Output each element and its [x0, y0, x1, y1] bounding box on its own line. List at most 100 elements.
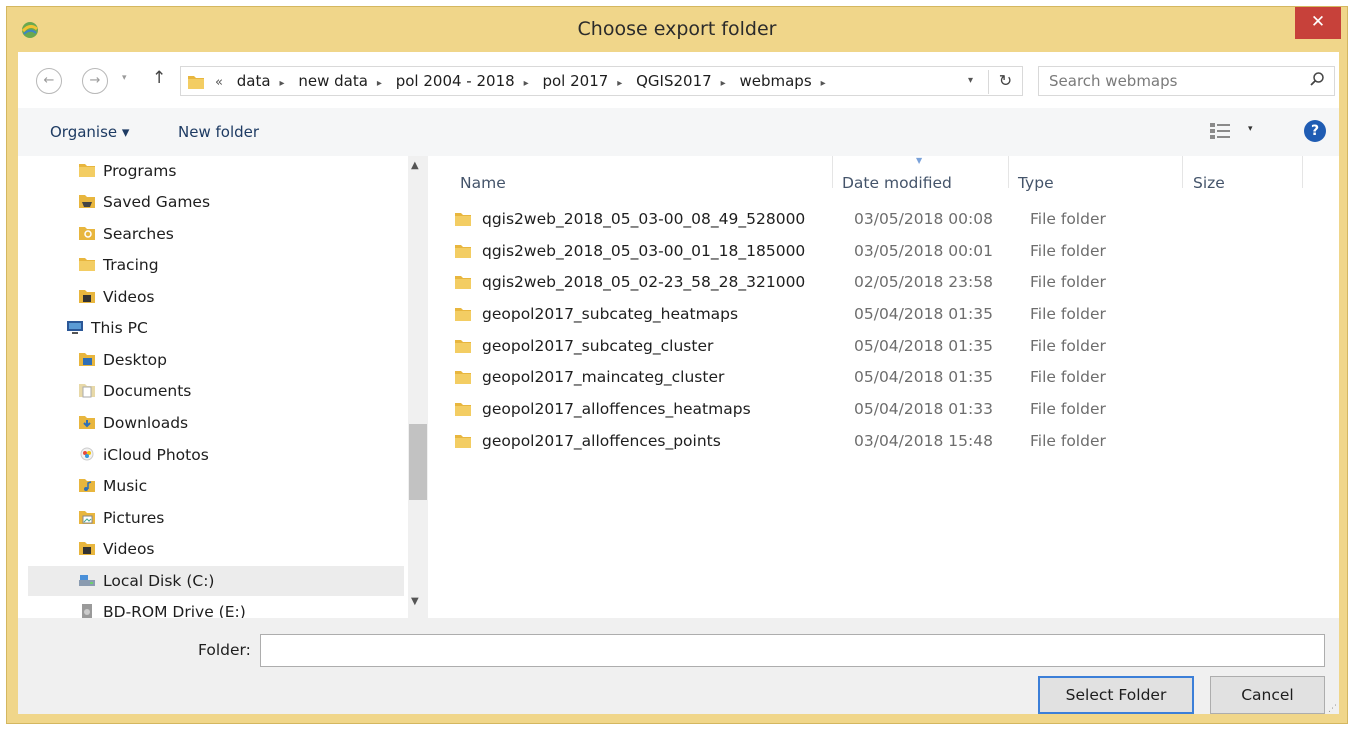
column-header-size[interactable]: Size [1193, 174, 1225, 192]
sidebar-item-searches[interactable]: Searches [78, 219, 174, 249]
folder-label: Folder: [198, 641, 251, 659]
close-button[interactable]: ✕ [1295, 7, 1341, 39]
sidebar-item-label: BD-ROM Drive (E:) [103, 603, 246, 618]
breadcrumb-arrow-icon[interactable]: ▸ [821, 78, 826, 89]
search-input[interactable] [1049, 71, 1299, 91]
sidebar-item-local-disk[interactable]: Local Disk (C:) [28, 566, 404, 596]
icloud-photos-icon [80, 447, 94, 461]
search-icon[interactable] [1309, 71, 1325, 87]
sidebar-item-label: This PC [91, 319, 148, 337]
file-name: geopol2017_alloffences_points [482, 432, 721, 450]
breadcrumb-item[interactable]: new data [298, 72, 368, 90]
back-button[interactable]: ← [36, 68, 62, 94]
help-icon[interactable]: ? [1304, 120, 1326, 142]
address-bar[interactable]: « data ▸ new data ▸ pol 2004 - 2018 ▸ pol 2… [180, 66, 1023, 96]
cancel-button[interactable]: Cancel [1210, 676, 1325, 714]
new-folder-button[interactable]: New folder [178, 123, 259, 141]
title-bar[interactable]: Choose export folder ✕ [7, 7, 1347, 53]
breadcrumb-item[interactable]: pol 2004 - 2018 [396, 72, 515, 90]
folder-icon [79, 258, 95, 271]
column-divider[interactable] [1008, 156, 1009, 188]
sidebar-item-documents[interactable]: Documents [78, 376, 191, 406]
column-divider[interactable] [1182, 156, 1183, 188]
dialog-window: Choose export folder ✕ ← → ▾ ↑ « data ▸ n… [6, 6, 1348, 724]
sidebar-item-programs[interactable]: Programs [78, 156, 176, 186]
folder-field[interactable] [260, 634, 1325, 667]
table-row[interactable]: geopol2017_subcateg_cluster 05/04/2018 0… [452, 331, 1292, 361]
file-list[interactable]: ▼ Name Date modified Type Size qgis2web_… [432, 156, 1339, 618]
sidebar-item-label: Music [103, 477, 148, 495]
music-icon [79, 479, 95, 492]
resize-grip-icon[interactable]: ⋰ [1328, 704, 1337, 714]
breadcrumb-arrow-icon[interactable]: ▸ [617, 78, 622, 89]
folder-icon [188, 76, 204, 89]
table-row[interactable]: geopol2017_alloffences_points 03/04/2018… [452, 426, 1292, 456]
forward-button[interactable]: → [82, 68, 108, 94]
local-disk-icon [79, 575, 95, 586]
file-name: qgis2web_2018_05_03-00_08_49_528000 [482, 210, 806, 228]
sidebar-item-label: Downloads [103, 414, 189, 432]
column-header-date-modified[interactable]: Date modified [842, 174, 952, 192]
file-type: File folder [1030, 242, 1106, 260]
file-type: File folder [1030, 337, 1106, 355]
sidebar-item-music[interactable]: Music [78, 471, 147, 501]
sidebar-item-bd-rom-drive[interactable]: BD-ROM Drive (E:) [78, 597, 246, 618]
sidebar-item-saved-games[interactable]: Saved Games [78, 187, 210, 217]
scroll-thumb[interactable] [409, 424, 427, 500]
file-type: File folder [1030, 305, 1106, 323]
breadcrumb-arrow-icon[interactable]: ▸ [377, 78, 382, 89]
file-date: 03/05/2018 00:08 [854, 210, 993, 228]
up-button[interactable]: ↑ [152, 68, 166, 88]
sidebar-item-downloads[interactable]: Downloads [78, 408, 188, 438]
breadcrumb-item[interactable]: webmaps [739, 72, 811, 90]
sidebar-item-label: Videos [103, 288, 155, 306]
file-date: 05/04/2018 01:35 [854, 368, 993, 386]
table-row[interactable]: geopol2017_subcateg_heatmaps 05/04/2018 … [452, 299, 1292, 329]
breadcrumb-item[interactable]: pol 2017 [542, 72, 608, 90]
table-row[interactable]: geopol2017_alloffences_heatmaps 05/04/20… [452, 394, 1292, 424]
search-box[interactable] [1038, 66, 1335, 96]
column-divider[interactable] [832, 156, 833, 188]
organise-menu[interactable]: Organise ▾ [50, 123, 129, 141]
file-date: 02/05/2018 23:58 [854, 273, 993, 291]
recent-locations-button[interactable]: ▾ [122, 73, 127, 83]
sidebar-item-label: Tracing [103, 256, 159, 274]
table-row[interactable]: geopol2017_maincateg_cluster 05/04/2018 … [452, 362, 1292, 392]
overflow-chevron-icon[interactable]: « [215, 75, 223, 90]
column-header-type[interactable]: Type [1018, 174, 1054, 192]
scroll-up-icon[interactable]: ▲ [411, 160, 419, 171]
breadcrumb-arrow-icon[interactable]: ▸ [721, 78, 726, 89]
navigation-pane[interactable]: Programs Saved Games Searches Tracing Vi… [18, 156, 428, 618]
sidebar-item-desktop[interactable]: Desktop [78, 345, 167, 375]
this-pc-icon [67, 321, 83, 334]
folder-icon [455, 371, 471, 384]
chevron-down-icon: ▾ [1248, 124, 1253, 134]
scroll-down-icon[interactable]: ▼ [411, 596, 419, 607]
sidebar-item-label: Pictures [103, 509, 165, 527]
column-header-name[interactable]: Name [460, 174, 506, 192]
breadcrumb-item[interactable]: QGIS2017 [636, 72, 712, 90]
table-row[interactable]: qgis2web_2018_05_02-23_58_28_321000 02/0… [452, 267, 1292, 297]
file-name: geopol2017_subcateg_heatmaps [482, 305, 739, 323]
sidebar-item-videos-2[interactable]: Videos [78, 534, 155, 564]
sidebar-item-videos[interactable]: Videos [78, 282, 155, 312]
table-row[interactable]: qgis2web_2018_05_03-00_08_49_528000 03/0… [452, 204, 1292, 234]
column-divider[interactable] [1302, 156, 1303, 188]
sidebar-item-this-pc[interactable]: This PC [66, 313, 148, 343]
select-folder-button[interactable]: Select Folder [1038, 676, 1194, 714]
table-row[interactable]: qgis2web_2018_05_03-00_01_18_185000 03/0… [452, 236, 1292, 266]
refresh-button[interactable]: ↻ [988, 70, 1022, 94]
address-history-button[interactable]: ▾ [968, 75, 973, 86]
breadcrumb-arrow-icon[interactable]: ▸ [524, 78, 529, 89]
view-options-icon[interactable] [1208, 121, 1232, 141]
breadcrumb-arrow-icon[interactable]: ▸ [280, 78, 285, 89]
breadcrumb-item[interactable]: data [237, 72, 271, 90]
navigation-scrollbar[interactable]: ▲ ▼ [408, 156, 428, 618]
folder-icon [455, 435, 471, 448]
sidebar-item-icloud-photos[interactable]: iCloud Photos [78, 440, 209, 470]
view-dropdown-button[interactable]: ▾ [1248, 124, 1253, 134]
back-arrow-icon: ← [43, 73, 55, 88]
file-date: 05/04/2018 01:35 [854, 305, 993, 323]
sidebar-item-pictures[interactable]: Pictures [78, 503, 164, 533]
sidebar-item-tracing[interactable]: Tracing [78, 250, 159, 280]
